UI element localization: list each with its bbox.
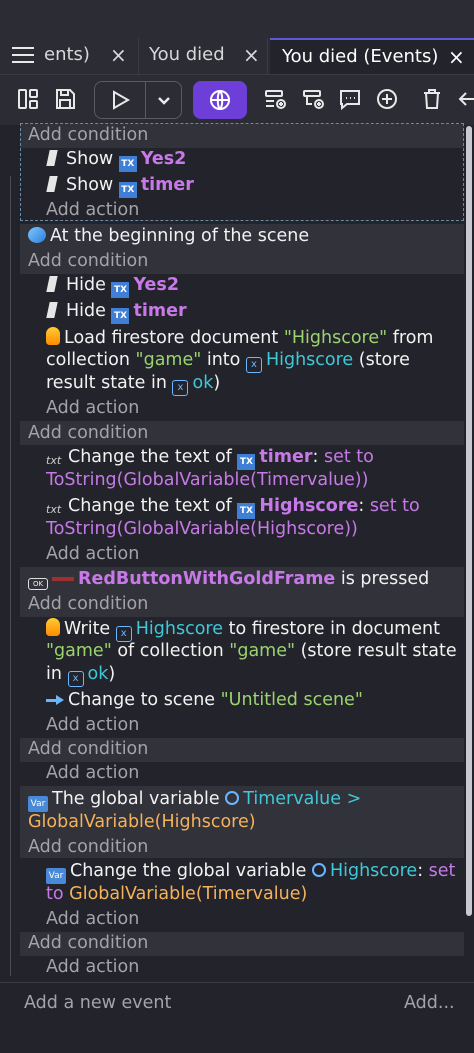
close-icon[interactable]: × xyxy=(448,45,465,69)
add-condition-link[interactable]: Add condition xyxy=(28,739,148,759)
action-load-firestore-line3: result state in x ok) xyxy=(46,373,220,396)
text-object-icon: TX xyxy=(237,503,256,519)
button-object-icon xyxy=(52,577,74,581)
add-action-link[interactable]: Add action xyxy=(46,200,139,220)
condition-global-variable-expr: GlobalVariable(Highscore) xyxy=(28,812,256,832)
action-hide-timer[interactable]: Hide TX timer xyxy=(46,301,187,324)
menu-icon[interactable] xyxy=(8,44,38,66)
variable-icon: x xyxy=(67,671,84,687)
text-object-icon: TX xyxy=(118,182,137,198)
add-condition-link[interactable]: Add condition xyxy=(28,837,148,857)
add-subevent-icon[interactable] xyxy=(301,87,325,111)
chevron-down-icon[interactable] xyxy=(152,88,176,112)
add-more-button[interactable]: Add... xyxy=(404,993,455,1013)
tab-label: You died xyxy=(149,44,225,65)
action-change-scene[interactable]: Change to scene "Untitled scene" xyxy=(46,690,363,710)
visibility-icon xyxy=(46,302,58,318)
arrow-right-icon xyxy=(46,693,64,707)
text-icon: txt xyxy=(46,503,62,516)
firebase-icon xyxy=(46,618,60,636)
text-object-icon: TX xyxy=(111,282,130,298)
action-load-firestore[interactable]: Load firestore document "Highscore" from xyxy=(46,327,433,348)
text-object-icon: TX xyxy=(111,308,130,324)
action-write-firestore-line2: "game" of collection "game" (store resul… xyxy=(46,641,457,661)
play-icon[interactable] xyxy=(108,88,132,112)
save-icon[interactable] xyxy=(53,87,77,111)
add-action-link[interactable]: Add action xyxy=(46,398,139,418)
action-load-firestore-line2: collection "game" into x Highscore (store xyxy=(46,350,410,373)
network-preview-button[interactable] xyxy=(193,81,247,119)
tree-line xyxy=(10,176,11,976)
variable-gear-icon xyxy=(311,863,326,877)
add-icon[interactable] xyxy=(375,87,399,111)
text-object-icon: TX xyxy=(237,454,256,470)
condition-scene-start[interactable]: At the beginning of the scene xyxy=(28,226,309,246)
add-condition-link[interactable]: Add condition xyxy=(28,594,148,614)
add-condition-link[interactable]: Add condition xyxy=(28,125,148,145)
tab-events-partial[interactable]: ents) × xyxy=(40,38,136,74)
delete-icon[interactable] xyxy=(420,87,444,111)
variable-icon: x xyxy=(245,357,262,373)
visibility-icon xyxy=(46,276,58,292)
close-icon[interactable]: × xyxy=(110,43,127,67)
action-change-text-timer-expr: ToString(GlobalVariable(Timervalue)) xyxy=(46,470,369,490)
action-show-yes2[interactable]: Show TX Yes2 xyxy=(46,149,186,172)
add-condition-link[interactable]: Add condition xyxy=(28,933,148,953)
preview-button-group xyxy=(94,81,182,119)
firebase-icon xyxy=(46,327,60,345)
action-hide-yes2[interactable]: Hide TX Yes2 xyxy=(46,275,179,298)
action-show-timer[interactable]: Show TX timer xyxy=(46,175,194,198)
action-change-global-variable[interactable]: Var Change the global variable Highscore:… xyxy=(46,861,455,884)
action-change-global-variable-expr: to GlobalVariable(Timervalue) xyxy=(46,884,308,904)
add-action-link[interactable]: Add action xyxy=(46,715,139,735)
vertical-scrollbar[interactable] xyxy=(466,126,472,916)
add-action-link[interactable]: Add action xyxy=(46,909,139,929)
visibility-icon xyxy=(46,150,58,166)
tab-bar: ents) × You died × You died (Events) × xyxy=(0,0,474,74)
text-object-icon: TX xyxy=(118,156,137,172)
add-new-event-button[interactable]: Add a new event xyxy=(24,993,171,1013)
layout-icon[interactable] xyxy=(16,87,40,111)
variable-icon: x xyxy=(115,626,132,642)
text-icon: txt xyxy=(46,454,62,467)
visibility-icon xyxy=(46,176,58,192)
add-condition-link[interactable]: Add condition xyxy=(28,251,148,271)
action-change-text-timer[interactable]: txt Change the text of TX timer: set to xyxy=(46,447,374,470)
add-action-link[interactable]: Add action xyxy=(46,763,139,783)
add-action-link[interactable]: Add action xyxy=(46,957,139,977)
variable-icon: x xyxy=(172,380,189,396)
add-condition-link[interactable]: Add condition xyxy=(28,423,148,443)
action-change-text-highscore[interactable]: txt Change the text of TX Highscore: set t… xyxy=(46,496,420,519)
global-variable-icon: Var xyxy=(28,796,48,812)
condition-global-variable[interactable]: Var The global variable Timervalue > xyxy=(28,789,361,812)
global-variable-icon: Var xyxy=(46,868,66,884)
scene-icon xyxy=(28,227,46,243)
tab-label: You died (Events) xyxy=(282,46,439,67)
action-write-firestore-line3: in x ok) xyxy=(46,664,115,687)
button-icon: OK xyxy=(28,578,48,590)
globe-icon xyxy=(210,90,230,110)
add-comment-icon[interactable] xyxy=(338,87,362,111)
tab-you-died[interactable]: You died × xyxy=(138,38,268,74)
tab-label: ents) xyxy=(44,44,90,65)
add-action-link[interactable]: Add action xyxy=(46,544,139,564)
add-event-icon[interactable] xyxy=(263,87,287,111)
condition-button-pressed[interactable]: OK RedButtonWithGoldFrame is pressed xyxy=(28,569,429,590)
variable-gear-icon xyxy=(225,791,240,805)
close-icon[interactable]: × xyxy=(243,43,260,67)
action-change-text-highscore-expr: ToString(GlobalVariable(Highscore)) xyxy=(46,519,358,539)
tab-you-died-events[interactable]: You died (Events) × xyxy=(270,38,474,74)
toolbar xyxy=(0,74,474,125)
undo-icon[interactable] xyxy=(456,87,474,111)
action-write-firestore[interactable]: Write x Highscore to firestore in documen… xyxy=(46,618,440,642)
